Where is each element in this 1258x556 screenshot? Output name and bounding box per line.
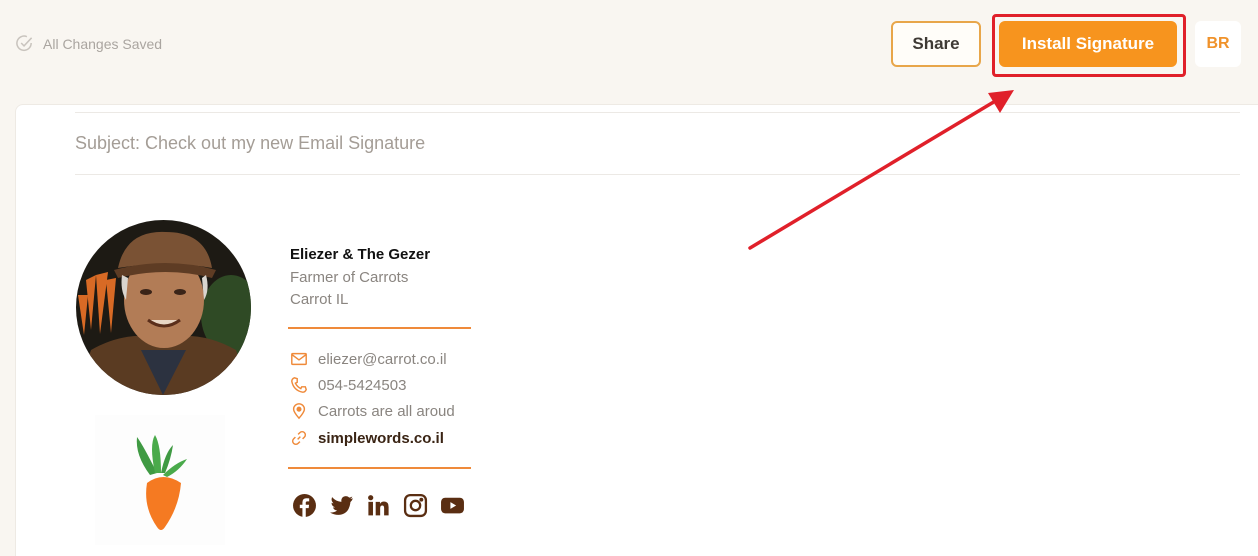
contact-email[interactable]: eliezer@carrot.co.il bbox=[290, 350, 447, 368]
company-logo bbox=[95, 415, 225, 545]
contact-address-text: Carrots are all aroud bbox=[318, 402, 455, 420]
signature-title: Farmer of Carrots bbox=[290, 269, 409, 286]
profile-photo bbox=[76, 220, 251, 395]
contact-phone[interactable]: 054-5424503 bbox=[290, 376, 406, 394]
divider bbox=[75, 112, 1240, 113]
location-pin-icon bbox=[292, 403, 306, 420]
contact-address: Carrots are all aroud bbox=[290, 402, 455, 420]
save-status-text: All Changes Saved bbox=[43, 35, 163, 52]
facebook-icon[interactable] bbox=[292, 493, 317, 518]
phone-icon bbox=[291, 377, 307, 393]
install-signature-button[interactable]: Install Signature bbox=[999, 21, 1177, 67]
link-icon bbox=[291, 430, 307, 446]
social-links bbox=[292, 493, 465, 518]
contact-email-text: eliezer@carrot.co.il bbox=[318, 350, 447, 368]
youtube-icon[interactable] bbox=[440, 493, 465, 518]
twitter-icon[interactable] bbox=[329, 493, 354, 518]
contact-website-text: simplewords.co.il bbox=[318, 429, 444, 447]
signature-name: Eliezer & The Gezer bbox=[290, 246, 431, 263]
contact-website[interactable]: simplewords.co.il bbox=[290, 429, 444, 447]
share-button[interactable]: Share bbox=[891, 21, 981, 67]
signature-company: Carrot IL bbox=[290, 291, 349, 308]
contact-phone-text: 054-5424503 bbox=[318, 376, 407, 394]
signature-divider bbox=[288, 327, 471, 329]
check-circle-icon bbox=[16, 35, 33, 52]
divider bbox=[75, 174, 1240, 175]
email-subject: Subject: Check out my new Email Signatur… bbox=[75, 133, 426, 153]
user-avatar[interactable]: BR bbox=[1195, 21, 1241, 67]
instagram-icon[interactable] bbox=[403, 493, 428, 518]
linkedin-icon[interactable] bbox=[366, 493, 391, 518]
signature-divider bbox=[288, 467, 471, 469]
envelope-icon bbox=[291, 352, 307, 366]
save-status: All Changes Saved bbox=[15, 34, 162, 53]
